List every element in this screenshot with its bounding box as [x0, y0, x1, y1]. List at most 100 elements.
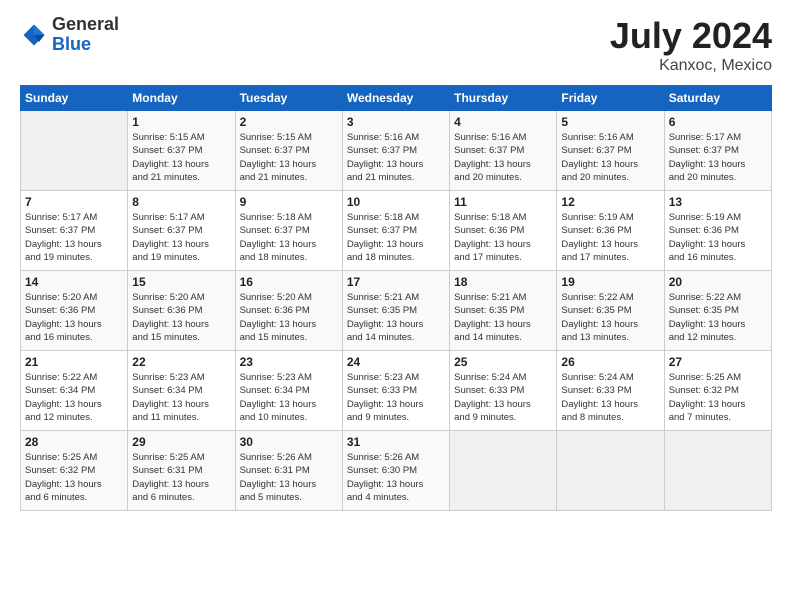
day-info: Sunrise: 5:23 AM Sunset: 6:34 PM Dayligh…	[240, 371, 338, 424]
calendar-cell: 23 Sunrise: 5:23 AM Sunset: 6:34 PM Dayli…	[235, 351, 342, 431]
header-row: Sunday Monday Tuesday Wednesday Thursday…	[21, 86, 772, 111]
calendar-cell: 15Sunrise: 5:20 AM Sunset: 6:36 PM Dayli…	[128, 271, 235, 351]
calendar-week-4: 21Sunrise: 5:22 AM Sunset: 6:34 PM Dayli…	[21, 351, 772, 431]
logo-blue-text: Blue	[52, 35, 119, 55]
day-number: 23	[240, 355, 338, 369]
header: General Blue July 2024 Kanxoc, Mexico	[20, 15, 772, 75]
calendar-cell: 24 Sunrise: 5:23 AM Sunset: 6:33 PM Dayli…	[342, 351, 449, 431]
calendar-table: Sunday Monday Tuesday Wednesday Thursday…	[20, 85, 772, 511]
day-info: Sunrise: 5:15 AM Sunset: 6:37 PM Dayligh…	[132, 131, 230, 184]
day-number: 17	[347, 275, 445, 289]
col-sunday: Sunday	[21, 86, 128, 111]
day-number: 20	[669, 275, 767, 289]
day-number: 5	[561, 115, 659, 129]
day-number: 1	[132, 115, 230, 129]
day-info: Sunrise: 5:23 AM Sunset: 6:33 PM Dayligh…	[347, 371, 445, 424]
day-number: 26	[561, 355, 659, 369]
day-info: Sunrise: 5:17 AM Sunset: 6:37 PM Dayligh…	[669, 131, 767, 184]
day-info: Sunrise: 5:22 AM Sunset: 6:35 PM Dayligh…	[669, 291, 767, 344]
day-number: 30	[240, 435, 338, 449]
calendar-cell	[557, 431, 664, 511]
day-info: Sunrise: 5:25 AM Sunset: 6:32 PM Dayligh…	[669, 371, 767, 424]
page-container: General Blue July 2024 Kanxoc, Mexico Su…	[0, 0, 792, 521]
calendar-cell	[21, 111, 128, 191]
day-number: 16	[240, 275, 338, 289]
calendar-cell: 6 Sunrise: 5:17 AM Sunset: 6:37 PM Daylig…	[664, 111, 771, 191]
calendar-cell: 10Sunrise: 5:18 AM Sunset: 6:37 PM Dayli…	[342, 191, 449, 271]
col-saturday: Saturday	[664, 86, 771, 111]
day-number: 7	[25, 195, 123, 209]
calendar-cell: 27 Sunrise: 5:25 AM Sunset: 6:32 PM Dayli…	[664, 351, 771, 431]
day-number: 4	[454, 115, 552, 129]
day-info: Sunrise: 5:26 AM Sunset: 6:31 PM Dayligh…	[240, 451, 338, 504]
day-info: Sunrise: 5:20 AM Sunset: 6:36 PM Dayligh…	[240, 291, 338, 344]
col-tuesday: Tuesday	[235, 86, 342, 111]
day-info: Sunrise: 5:24 AM Sunset: 6:33 PM Dayligh…	[561, 371, 659, 424]
calendar-week-3: 14 Sunrise: 5:20 AM Sunset: 6:36 PM Dayli…	[21, 271, 772, 351]
day-number: 27	[669, 355, 767, 369]
day-info: Sunrise: 5:16 AM Sunset: 6:37 PM Dayligh…	[561, 131, 659, 184]
calendar-cell: 29Sunrise: 5:25 AM Sunset: 6:31 PM Dayli…	[128, 431, 235, 511]
day-info: Sunrise: 5:25 AM Sunset: 6:32 PM Dayligh…	[25, 451, 123, 504]
day-number: 31	[347, 435, 445, 449]
day-number: 13	[669, 195, 767, 209]
calendar-cell: 17 Sunrise: 5:21 AM Sunset: 6:35 PM Dayli…	[342, 271, 449, 351]
day-info: Sunrise: 5:20 AM Sunset: 6:36 PM Dayligh…	[25, 291, 123, 344]
day-info: Sunrise: 5:16 AM Sunset: 6:37 PM Dayligh…	[454, 131, 552, 184]
day-info: Sunrise: 5:22 AM Sunset: 6:34 PM Dayligh…	[25, 371, 123, 424]
day-number: 12	[561, 195, 659, 209]
day-info: Sunrise: 5:26 AM Sunset: 6:30 PM Dayligh…	[347, 451, 445, 504]
col-wednesday: Wednesday	[342, 86, 449, 111]
day-number: 22	[132, 355, 230, 369]
col-thursday: Thursday	[450, 86, 557, 111]
day-info: Sunrise: 5:20 AM Sunset: 6:36 PM Dayligh…	[132, 291, 230, 344]
col-monday: Monday	[128, 86, 235, 111]
day-number: 10	[347, 195, 445, 209]
day-info: Sunrise: 5:19 AM Sunset: 6:36 PM Dayligh…	[561, 211, 659, 264]
calendar-cell: 20 Sunrise: 5:22 AM Sunset: 6:35 PM Dayli…	[664, 271, 771, 351]
day-number: 25	[454, 355, 552, 369]
calendar-cell: 12 Sunrise: 5:19 AM Sunset: 6:36 PM Dayli…	[557, 191, 664, 271]
calendar-cell: 8Sunrise: 5:17 AM Sunset: 6:37 PM Daylig…	[128, 191, 235, 271]
calendar-cell: 3 Sunrise: 5:16 AM Sunset: 6:37 PM Daylig…	[342, 111, 449, 191]
calendar-cell: 2Sunrise: 5:15 AM Sunset: 6:37 PM Daylig…	[235, 111, 342, 191]
logo-icon	[20, 21, 48, 49]
day-number: 24	[347, 355, 445, 369]
calendar-cell: 18Sunrise: 5:21 AM Sunset: 6:35 PM Dayli…	[450, 271, 557, 351]
logo-general-text: General	[52, 15, 119, 35]
calendar-cell: 7 Sunrise: 5:17 AM Sunset: 6:37 PM Daylig…	[21, 191, 128, 271]
calendar-cell: 26 Sunrise: 5:24 AM Sunset: 6:33 PM Dayli…	[557, 351, 664, 431]
calendar-cell: 16 Sunrise: 5:20 AM Sunset: 6:36 PM Dayli…	[235, 271, 342, 351]
calendar-cell: 19Sunrise: 5:22 AM Sunset: 6:35 PM Dayli…	[557, 271, 664, 351]
calendar-cell: 9 Sunrise: 5:18 AM Sunset: 6:37 PM Daylig…	[235, 191, 342, 271]
calendar-title: July 2024	[610, 15, 772, 57]
day-info: Sunrise: 5:16 AM Sunset: 6:37 PM Dayligh…	[347, 131, 445, 184]
calendar-cell: 5 Sunrise: 5:16 AM Sunset: 6:37 PM Daylig…	[557, 111, 664, 191]
logo: General Blue	[20, 15, 119, 55]
calendar-cell	[450, 431, 557, 511]
calendar-cell: 22 Sunrise: 5:23 AM Sunset: 6:34 PM Dayli…	[128, 351, 235, 431]
day-number: 14	[25, 275, 123, 289]
day-info: Sunrise: 5:25 AM Sunset: 6:31 PM Dayligh…	[132, 451, 230, 504]
calendar-week-1: 1 Sunrise: 5:15 AM Sunset: 6:37 PM Daylig…	[21, 111, 772, 191]
calendar-cell: 11 Sunrise: 5:18 AM Sunset: 6:36 PM Dayli…	[450, 191, 557, 271]
day-number: 11	[454, 195, 552, 209]
calendar-cell: 28 Sunrise: 5:25 AM Sunset: 6:32 PM Dayli…	[21, 431, 128, 511]
day-number: 28	[25, 435, 123, 449]
day-info: Sunrise: 5:21 AM Sunset: 6:35 PM Dayligh…	[347, 291, 445, 344]
day-number: 9	[240, 195, 338, 209]
day-info: Sunrise: 5:17 AM Sunset: 6:37 PM Dayligh…	[25, 211, 123, 264]
day-number: 18	[454, 275, 552, 289]
day-number: 3	[347, 115, 445, 129]
day-info: Sunrise: 5:24 AM Sunset: 6:33 PM Dayligh…	[454, 371, 552, 424]
day-info: Sunrise: 5:23 AM Sunset: 6:34 PM Dayligh…	[132, 371, 230, 424]
calendar-cell: 14 Sunrise: 5:20 AM Sunset: 6:36 PM Dayli…	[21, 271, 128, 351]
day-info: Sunrise: 5:18 AM Sunset: 6:36 PM Dayligh…	[454, 211, 552, 264]
day-number: 2	[240, 115, 338, 129]
day-info: Sunrise: 5:19 AM Sunset: 6:36 PM Dayligh…	[669, 211, 767, 264]
logo-text: General Blue	[52, 15, 119, 55]
day-info: Sunrise: 5:18 AM Sunset: 6:37 PM Dayligh…	[240, 211, 338, 264]
calendar-cell: 1 Sunrise: 5:15 AM Sunset: 6:37 PM Daylig…	[128, 111, 235, 191]
day-number: 6	[669, 115, 767, 129]
calendar-week-5: 28 Sunrise: 5:25 AM Sunset: 6:32 PM Dayli…	[21, 431, 772, 511]
